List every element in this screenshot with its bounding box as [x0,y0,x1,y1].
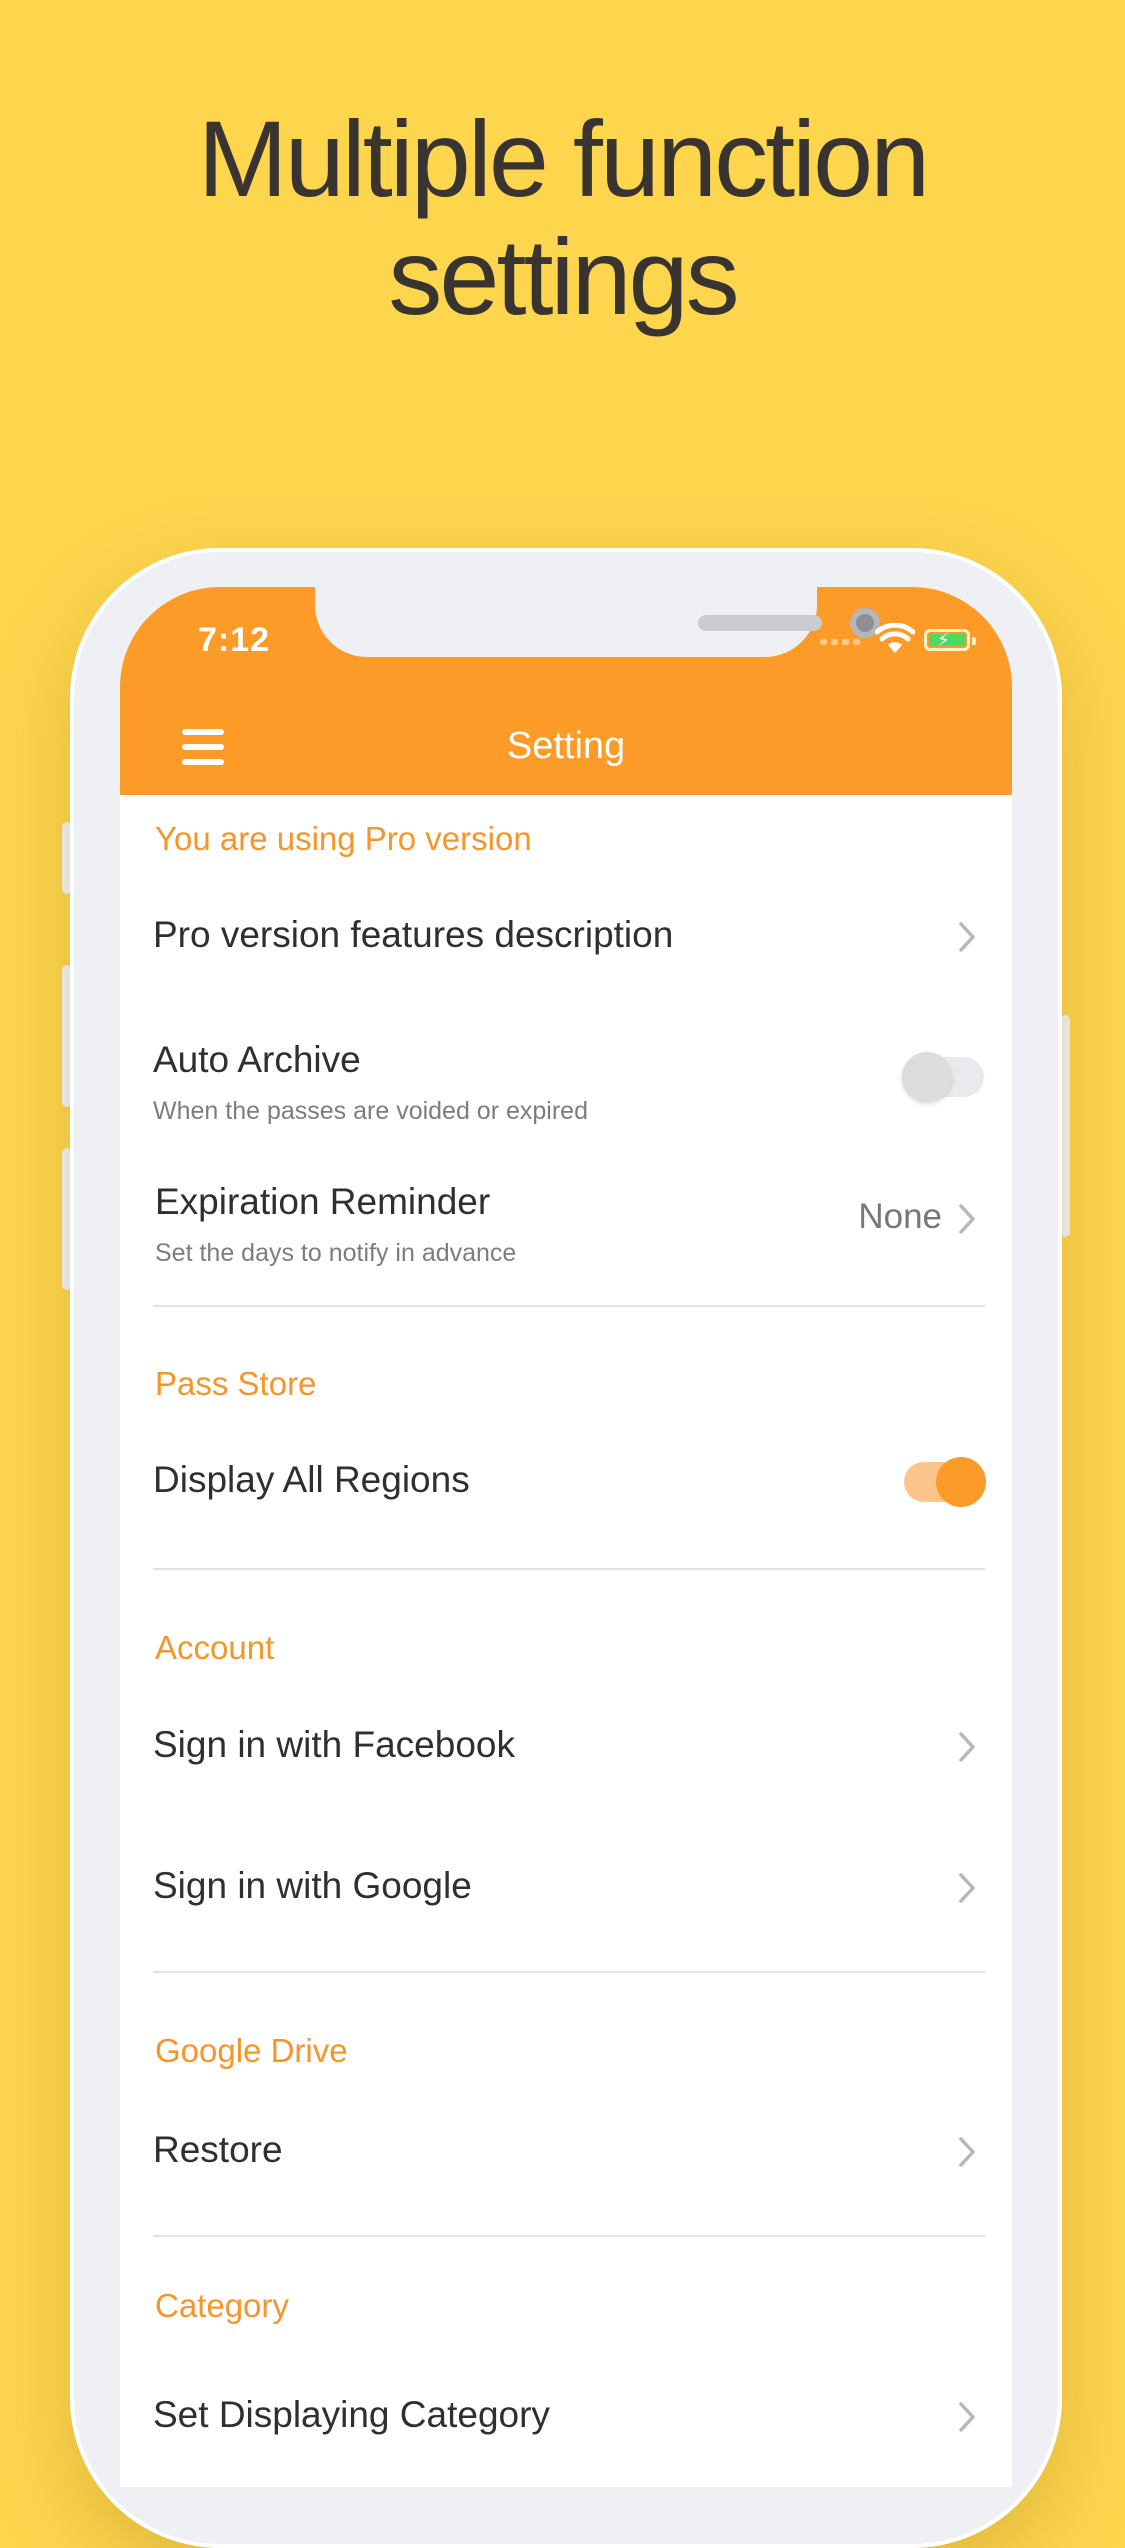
page-title: Setting [506,725,626,767]
chevron-right-icon [959,922,975,952]
divider [153,1568,985,1570]
row-title: Set Displaying Category [153,2394,550,2435]
phone-screen: 7:12 ⚡ Setting You are using Pro version… [120,587,1012,2487]
expiration-reminder-value: None [858,1197,942,1236]
row-subtitle: Set the days to notify in advance [155,1239,517,1267]
speaker-grille [698,615,822,631]
cellular-signal-icon [820,639,862,645]
chevron-right-icon [959,1204,975,1234]
chevron-right-icon [959,1732,975,1762]
status-icons: ⚡ [820,623,980,657]
row-title: Pro version features description [153,914,674,955]
chevron-right-icon [959,2137,975,2167]
row-sign-in-facebook[interactable]: Sign in with Facebook [120,1692,1012,1802]
chevron-right-icon [959,1873,975,1903]
wifi-icon [875,623,915,653]
row-title: Restore [153,2129,283,2170]
chevron-right-icon [959,2402,975,2432]
marketing-headline: Multiple function settings [0,100,1125,336]
row-title: Expiration Reminder [155,1181,491,1222]
section-header-pro: You are using Pro version [155,820,532,857]
headline-line-1: Multiple function [197,98,930,219]
section-header-account: Account [155,1629,275,1666]
row-set-displaying-category[interactable]: Set Displaying Category [120,2362,1012,2472]
section-header-category: Category [155,2287,289,2324]
row-auto-archive: Auto Archive When the passes are voided … [120,1017,1012,1147]
row-title: Sign in with Facebook [153,1724,515,1765]
row-title: Display All Regions [153,1459,470,1500]
battery-icon: ⚡ [924,629,976,651]
section-header-google-drive: Google Drive [155,2032,348,2069]
row-subtitle: When the passes are voided or expired [153,1097,588,1125]
row-title: Auto Archive [153,1039,361,1080]
status-time: 7:12 [198,621,271,659]
display-all-regions-toggle[interactable] [902,1457,986,1507]
headline-line-2: settings [388,216,739,337]
row-title: Sign in with Google [153,1865,472,1906]
row-display-all-regions: Display All Regions [120,1427,1012,1537]
row-expiration-reminder[interactable]: Expiration Reminder Set the days to noti… [120,1159,1012,1289]
divider [153,1305,985,1307]
section-header-pass-store: Pass Store [155,1365,317,1402]
row-sign-in-google[interactable]: Sign in with Google [120,1833,1012,1943]
auto-archive-toggle[interactable] [902,1052,986,1102]
divider [153,2235,985,2237]
row-restore[interactable]: Restore [120,2097,1012,2207]
row-pro-features[interactable]: Pro version features description [120,882,1012,992]
divider [153,1971,985,1973]
phone-notch [315,587,880,657]
